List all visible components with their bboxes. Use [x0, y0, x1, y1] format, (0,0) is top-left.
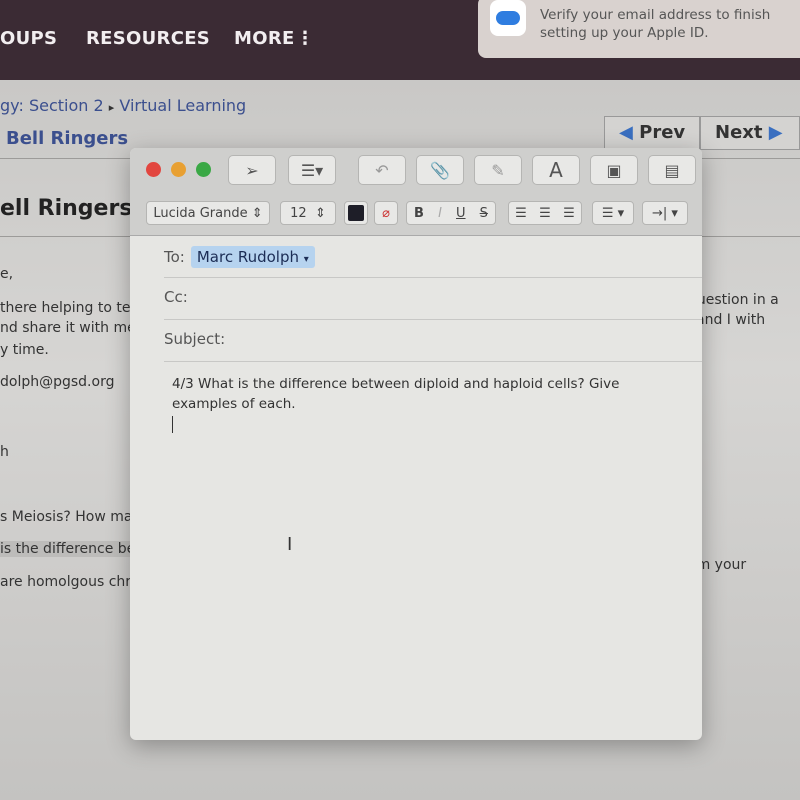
photo-browser-icon[interactable]: ▣ — [590, 155, 638, 185]
indent-icon[interactable]: →| ▾ — [642, 201, 688, 225]
cc-label: Cc: — [164, 288, 188, 306]
breadcrumb: gy: Section 2 ▸ Virtual Learning — [0, 96, 246, 115]
breadcrumb-separator: ▸ — [108, 101, 115, 114]
text-line: h — [0, 444, 9, 460]
alignment-group: ☰ ☰ ☰ — [508, 201, 582, 225]
to-label: To: — [164, 248, 185, 266]
page-title: ell Ringers — [0, 196, 133, 221]
email-link[interactable]: dolph@pgsd.org — [0, 374, 114, 390]
minimize-window-button[interactable] — [171, 162, 186, 177]
underline-button[interactable]: U — [456, 206, 466, 221]
text-line: there helping to teac — [0, 300, 147, 316]
nav-resources[interactable]: RESOURCES — [86, 28, 210, 49]
text-style-group: BIUS — [406, 201, 496, 225]
align-left-icon[interactable]: ☰ — [515, 206, 527, 221]
apple-id-notification[interactable]: Verify your email address to finish sett… — [478, 0, 800, 58]
close-window-button[interactable] — [146, 162, 161, 177]
prev-button[interactable]: ◀ Prev — [604, 116, 701, 150]
nav-groups[interactable]: OUPS — [0, 28, 57, 49]
align-right-icon[interactable]: ☰ — [563, 206, 575, 221]
prev-label: Prev — [639, 122, 686, 143]
text-color-button[interactable] — [344, 201, 368, 225]
text-line: y time. — [0, 342, 49, 358]
body-line: 4/3 What is the difference between diplo… — [172, 376, 620, 392]
page-subtitle[interactable]: Bell Ringers — [6, 128, 128, 149]
attach-icon[interactable]: 📎 — [416, 155, 464, 185]
recipient-chip[interactable]: Marc Rudolph ▾ — [190, 246, 315, 268]
question-item-selected[interactable]: is the difference betwe — [0, 541, 161, 557]
text-line: e, — [0, 266, 14, 282]
strikethrough-button[interactable]: S — [480, 206, 488, 221]
align-center-icon[interactable]: ☰ — [539, 206, 551, 221]
list-icon[interactable]: ☰ ▾ — [592, 201, 634, 225]
subject-field[interactable]: Subject: — [164, 320, 702, 362]
font-size-value: 12 — [290, 205, 307, 221]
site-header: OUPS RESOURCES MORE ⋮ Verify your email … — [0, 0, 800, 80]
recipient-name: Marc Rudolph — [196, 248, 299, 266]
vertical-ellipsis-icon[interactable]: ⋮ — [296, 28, 314, 49]
ibeam-cursor-icon: I — [287, 534, 293, 555]
arrow-left-icon: ◀ — [619, 122, 633, 143]
background-color-button[interactable]: ⌀ — [374, 201, 398, 225]
font-family-select[interactable]: Lucida Grande ⇕ — [146, 201, 270, 225]
breadcrumb-virtual-learning[interactable]: Virtual Learning — [119, 96, 246, 115]
notification-line2: setting up your Apple ID. — [540, 25, 709, 41]
header-fields-icon[interactable]: ☰▾ — [288, 155, 336, 185]
subject-label: Subject: — [164, 330, 226, 348]
italic-button[interactable]: I — [438, 206, 442, 221]
icloud-icon — [490, 0, 526, 36]
font-icon[interactable]: A — [532, 155, 580, 185]
text-cursor — [172, 416, 173, 433]
next-button[interactable]: Next ▶ — [700, 116, 800, 150]
template-icon[interactable]: ▤ — [648, 155, 696, 185]
mail-compose-window: ➢ ☰▾ ↶ 📎 ✎ A ▣ ▤ Lucida Grande ⇕ 12 ⇕ ⌀ … — [130, 148, 702, 740]
notification-line1: Verify your email address to finish — [540, 7, 771, 23]
nav-more[interactable]: MORE — [234, 28, 295, 49]
send-icon[interactable]: ➢ — [228, 155, 276, 185]
next-label: Next — [715, 122, 763, 143]
text-line: nd share it with me — [0, 320, 136, 336]
chevron-down-icon: ▾ — [303, 254, 309, 265]
font-family-value: Lucida Grande — [153, 205, 248, 221]
font-size-select[interactable]: 12 ⇕ — [280, 201, 336, 225]
reply-icon[interactable]: ↶ — [358, 155, 406, 185]
to-field[interactable]: To: Marc Rudolph ▾ — [164, 236, 702, 278]
message-body[interactable]: 4/3 What is the difference between diplo… — [172, 374, 642, 433]
arrow-right-icon: ▶ — [768, 122, 783, 143]
zoom-window-button[interactable] — [196, 162, 211, 177]
breadcrumb-section[interactable]: gy: Section 2 — [0, 96, 104, 115]
body-line: examples of each. — [172, 396, 296, 412]
markup-icon[interactable]: ✎ — [474, 155, 522, 185]
text-line: and I with — [696, 312, 766, 328]
compose-toolbar: ➢ ☰▾ ↶ 📎 ✎ A ▣ ▤ Lucida Grande ⇕ 12 ⇕ ⌀ … — [130, 148, 702, 236]
cc-field[interactable]: Cc: — [164, 278, 702, 320]
bold-button[interactable]: B — [414, 206, 424, 221]
